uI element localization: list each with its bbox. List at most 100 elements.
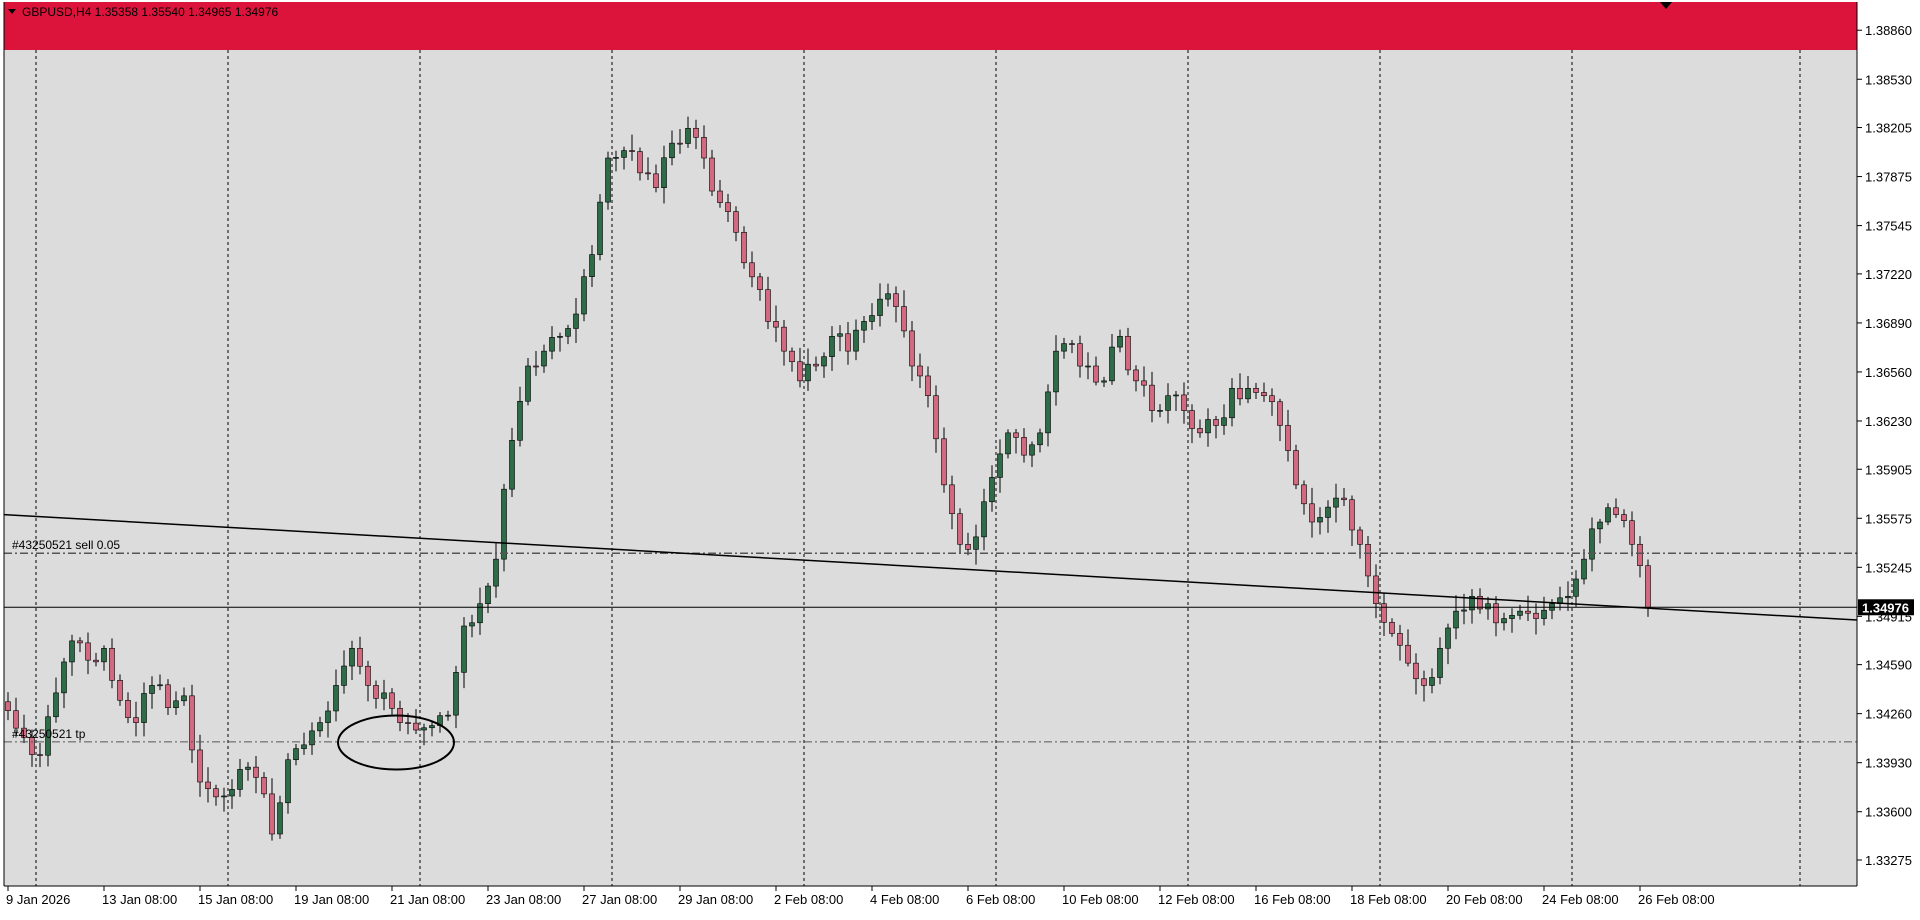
candle-body-bull — [1517, 610, 1523, 616]
candle-body-bear — [701, 137, 707, 159]
candle-body-bear — [1365, 543, 1371, 577]
price-tick-label: 1.34260 — [1865, 707, 1912, 722]
candle-body-bear — [1309, 503, 1315, 523]
candle-body-bear — [77, 640, 83, 644]
sell-order-label: #43250521 sell 0.05 — [12, 538, 120, 552]
date-tick-label: 26 Feb 08:00 — [1638, 892, 1715, 907]
candle-body-bear — [1149, 384, 1155, 411]
symbol-banner — [4, 2, 1857, 50]
candle-body-bear — [797, 361, 803, 382]
candle-body-bear — [133, 717, 139, 723]
candle-body-bear — [893, 293, 899, 307]
chart-window[interactable]: #43250521 sell 0.05 #43250521 tp 1.38860 1… — [0, 0, 1920, 915]
candle-body-bear — [1197, 428, 1203, 434]
candle-body-bear — [1389, 622, 1395, 634]
date-tick-label: 21 Jan 08:00 — [390, 892, 465, 907]
candle-body-bear — [405, 722, 411, 724]
candle-body-bear — [1253, 387, 1259, 393]
candle-body-bear — [1357, 529, 1363, 545]
candle-body-bear — [677, 142, 683, 145]
price-tick-label: 1.35905 — [1865, 462, 1912, 477]
candle-body-bull — [61, 661, 67, 694]
candle-body-bear — [1077, 343, 1083, 367]
candle-body-bear — [533, 365, 539, 368]
candle-body-bull — [565, 328, 571, 337]
date-tick-label: 6 Feb 08:00 — [966, 892, 1035, 907]
candle-body-bear — [165, 684, 171, 709]
candle-body-bull — [421, 727, 427, 731]
candle-body-bull — [1173, 394, 1179, 397]
candle-body-bull — [1573, 578, 1579, 597]
date-tick-label: 10 Feb 08:00 — [1062, 892, 1139, 907]
candle-body-bear — [357, 647, 363, 667]
candle-body-bull — [541, 350, 547, 367]
candle-body-bull — [221, 795, 227, 798]
candle-body-bull — [869, 315, 875, 322]
candle-body-bull — [293, 748, 299, 761]
candle-body-bear — [733, 211, 739, 233]
candle-body-bear — [781, 326, 787, 352]
candle-body-bull — [1325, 506, 1331, 518]
plot-area[interactable] — [4, 2, 1857, 886]
candle-body-bear — [901, 306, 907, 332]
candle-body-bull — [173, 700, 179, 709]
candle-body-bear — [1285, 425, 1291, 451]
candle-body-bear — [1373, 575, 1379, 605]
current-price-label: 1.34976 — [1862, 600, 1909, 615]
candle-body-bull — [1229, 387, 1235, 419]
candle-body-bear — [925, 375, 931, 397]
candle-body-bear — [1637, 543, 1643, 566]
candle-body-bull — [1221, 417, 1227, 426]
candle — [741, 226, 747, 269]
candle-body-bear — [197, 749, 203, 783]
candle-body-bear — [1341, 497, 1347, 501]
candle-body-bull — [997, 453, 1003, 478]
candle-body-bull — [853, 329, 859, 352]
candle-body-bull — [333, 685, 339, 712]
candle-body-bull — [309, 730, 315, 746]
candle-body-bear — [1133, 369, 1139, 382]
candle-body-bear — [1125, 335, 1131, 371]
candle-body-bull — [1101, 380, 1107, 383]
candle-body-bear — [725, 202, 731, 212]
candle-body-bull — [1605, 507, 1611, 523]
candle-body-bull — [1501, 618, 1507, 624]
candle-body-bear — [125, 699, 131, 718]
candle-body-bear — [693, 127, 699, 138]
candle-body-bull — [493, 558, 499, 587]
candle-body-bull — [53, 692, 59, 718]
candle-body-bull — [1245, 387, 1251, 400]
candle-body-bull — [1589, 528, 1595, 560]
candle-body-bear — [1277, 401, 1283, 426]
candle-body-bull — [181, 695, 187, 702]
candle-body-bull — [1109, 346, 1115, 382]
candle — [605, 151, 611, 210]
date-tick-label: 20 Feb 08:00 — [1446, 892, 1523, 907]
candle-body-bull — [573, 313, 579, 329]
candle-body-bull — [1157, 410, 1163, 412]
candle-body-bear — [1301, 484, 1307, 505]
candle-body-bear — [1525, 610, 1531, 614]
date-tick-label: 29 Jan 08:00 — [678, 892, 753, 907]
candle-body-bull — [341, 665, 347, 686]
candle-body-bear — [1269, 395, 1275, 403]
candle-body-bear — [1421, 678, 1427, 686]
candle-body-bull — [973, 536, 979, 550]
candle-body-bear — [1261, 392, 1267, 397]
candle-body-bull — [317, 722, 323, 732]
candle-body-bull — [149, 685, 155, 694]
candle-body-bull — [517, 400, 523, 441]
candle-body-bear — [965, 543, 971, 550]
candle-body-bull — [509, 439, 515, 490]
price-tick-label: 1.38205 — [1865, 121, 1912, 136]
candle-body-bull — [1445, 627, 1451, 649]
candle-body-bull — [1061, 343, 1067, 352]
date-tick-label: 2 Feb 08:00 — [774, 892, 843, 907]
price-chart[interactable]: #43250521 sell 0.05 #43250521 tp 1.38860 1… — [0, 0, 1920, 915]
candle-body-bear — [93, 659, 99, 663]
candle-body-bear — [1349, 499, 1355, 531]
candle-body-bull — [1565, 595, 1571, 599]
candle-body-bull — [1509, 615, 1515, 619]
candle-body-bull — [501, 488, 507, 560]
candle-body-bull — [1597, 521, 1603, 530]
